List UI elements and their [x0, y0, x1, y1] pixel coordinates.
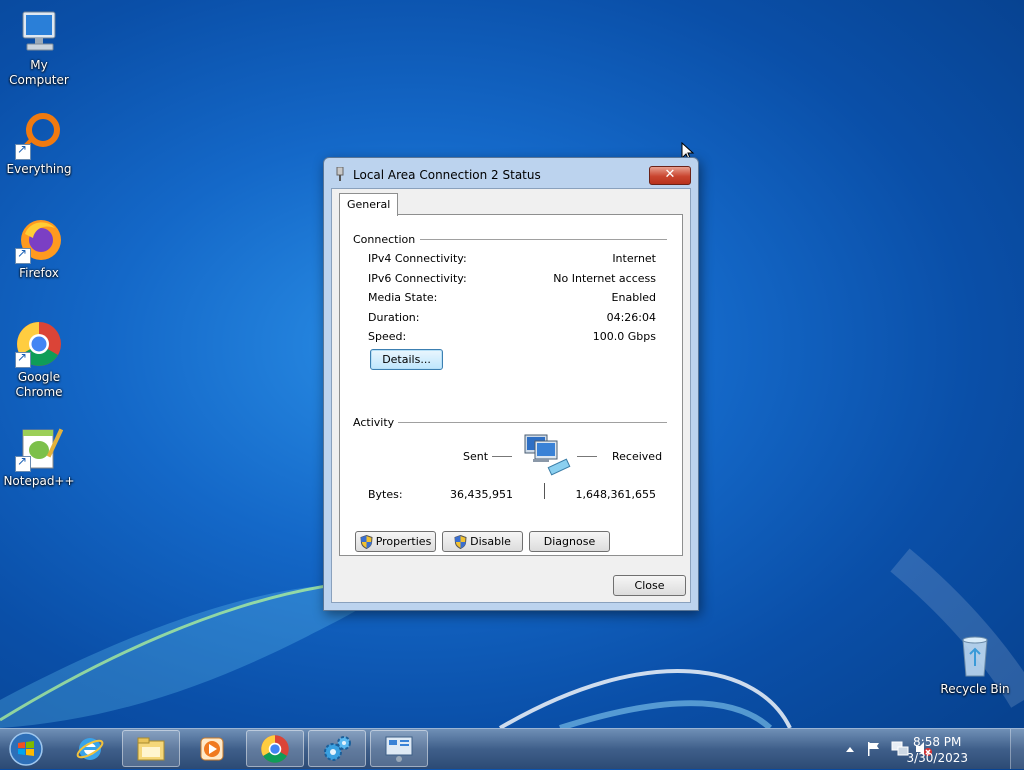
- taskbar-chrome[interactable]: [246, 730, 304, 767]
- network-cable-icon: [336, 167, 344, 181]
- file-explorer-icon: [137, 737, 165, 760]
- close-window-button[interactable]: ✕: [649, 166, 691, 185]
- disable-button[interactable]: Disable: [442, 531, 523, 552]
- shortcut-arrow-icon: [15, 350, 31, 368]
- sent-bytes-value: 36,435,951: [450, 488, 513, 501]
- show-hidden-icons-chevron-icon[interactable]: [845, 745, 855, 753]
- close-button[interactable]: Close: [613, 575, 686, 596]
- speed-value: 100.0 Gbps: [592, 330, 656, 343]
- duration-value: 04:26:04: [606, 311, 656, 324]
- uac-shield-icon: [454, 534, 467, 549]
- notepad-plus-plus-icon: [15, 424, 64, 472]
- duration-label: Duration:: [368, 311, 420, 324]
- received-bytes-value: 1,648,361,655: [575, 488, 656, 501]
- received-line: [577, 456, 597, 457]
- shortcut-arrow-icon: [15, 246, 31, 264]
- chrome-icon: [15, 320, 63, 368]
- network-remote-icon: [385, 736, 413, 762]
- general-tab-panel: Connection IPv4 Connectivity: Internet I…: [339, 214, 683, 556]
- chrome-icon: [261, 734, 289, 763]
- clock-date: 3/30/2023: [906, 751, 968, 765]
- shortcut-arrow-icon: [15, 142, 31, 160]
- system-clock[interactable]: 8:58 PM 3/30/2023: [906, 734, 968, 766]
- connection-divider: [420, 239, 667, 240]
- ipv4-connectivity-value: Internet: [612, 252, 656, 265]
- ipv6-connectivity-value: No Internet access: [553, 272, 656, 285]
- clock-time: 8:58 PM: [913, 735, 962, 749]
- details-button[interactable]: Details...: [370, 349, 443, 370]
- start-button[interactable]: [6, 731, 46, 767]
- diagnose-button[interactable]: Diagnose: [529, 531, 610, 552]
- media-player-icon: [200, 737, 224, 760]
- media-state-label: Media State:: [368, 291, 438, 304]
- connection-group-title: Connection: [353, 233, 416, 246]
- desktop-icon-everything[interactable]: Everything: [0, 112, 78, 177]
- show-desktop-button[interactable]: [1010, 729, 1024, 769]
- taskbar-network-app[interactable]: [370, 730, 428, 767]
- firefox-icon: [15, 216, 63, 264]
- everything-search-icon: [15, 112, 63, 160]
- desktop-icon-label: Recycle Bin: [940, 682, 1010, 696]
- control-panel-gears-icon: [324, 735, 351, 761]
- desktop-icon-my-computer[interactable]: My Computer: [0, 8, 78, 88]
- dialog-client-area: General Connection IPv4 Connectivity: In…: [331, 188, 691, 603]
- activity-group-title: Activity: [353, 416, 395, 429]
- recycle-bin-icon: [951, 632, 999, 680]
- desktop-icon-recycle-bin[interactable]: Recycle Bin: [936, 632, 1014, 697]
- desktop-icon-label: My Computer: [9, 58, 69, 87]
- disable-button-label: Disable: [470, 535, 511, 548]
- dialog-title: Local Area Connection 2 Status: [353, 168, 541, 182]
- desktop-icon-firefox[interactable]: Firefox: [0, 216, 78, 281]
- network-computers-icon: [524, 434, 571, 476]
- media-state-value: Enabled: [611, 291, 656, 304]
- internet-explorer-icon: [76, 737, 104, 760]
- activity-divider: [398, 422, 667, 423]
- properties-button[interactable]: Properties: [355, 531, 436, 552]
- dialog-titlebar[interactable]: Local Area Connection 2 Status ✕: [324, 158, 698, 188]
- desktop-icon-notepad-plus-plus[interactable]: Notepad++: [0, 424, 78, 489]
- bytes-separator: [544, 483, 545, 499]
- received-label: Received: [612, 450, 663, 463]
- windows-orb-icon: [9, 732, 43, 766]
- taskbar-file-explorer[interactable]: [122, 730, 180, 767]
- taskbar-settings[interactable]: [308, 730, 366, 767]
- sent-label: Sent: [463, 450, 489, 463]
- desktop-icon-label: Notepad++: [3, 474, 75, 488]
- properties-button-label: Properties: [375, 535, 432, 548]
- bytes-label: Bytes:: [368, 488, 403, 501]
- network-status-dialog: Local Area Connection 2 Status ✕ General…: [323, 157, 699, 611]
- taskbar-media-player[interactable]: [183, 730, 241, 767]
- ipv4-connectivity-label: IPv4 Connectivity:: [368, 252, 467, 265]
- desktop-icon-label: Firefox: [19, 266, 59, 280]
- my-computer-icon: [15, 8, 63, 56]
- speed-label: Speed:: [368, 330, 407, 343]
- taskbar-internet-explorer[interactable]: [61, 730, 119, 767]
- desktop-icon-google-chrome[interactable]: Google Chrome: [0, 320, 78, 400]
- taskbar: 8:58 PM 3/30/2023: [0, 728, 1024, 769]
- desktop-icon-label: Google Chrome: [15, 370, 63, 399]
- desktop-icon-label: Everything: [6, 162, 72, 176]
- tab-general[interactable]: General: [339, 193, 399, 216]
- sent-line: [492, 456, 512, 457]
- ipv6-connectivity-label: IPv6 Connectivity:: [368, 272, 467, 285]
- uac-shield-icon: [360, 534, 373, 549]
- action-center-flag-icon[interactable]: [866, 741, 882, 757]
- shortcut-arrow-icon: [15, 454, 31, 472]
